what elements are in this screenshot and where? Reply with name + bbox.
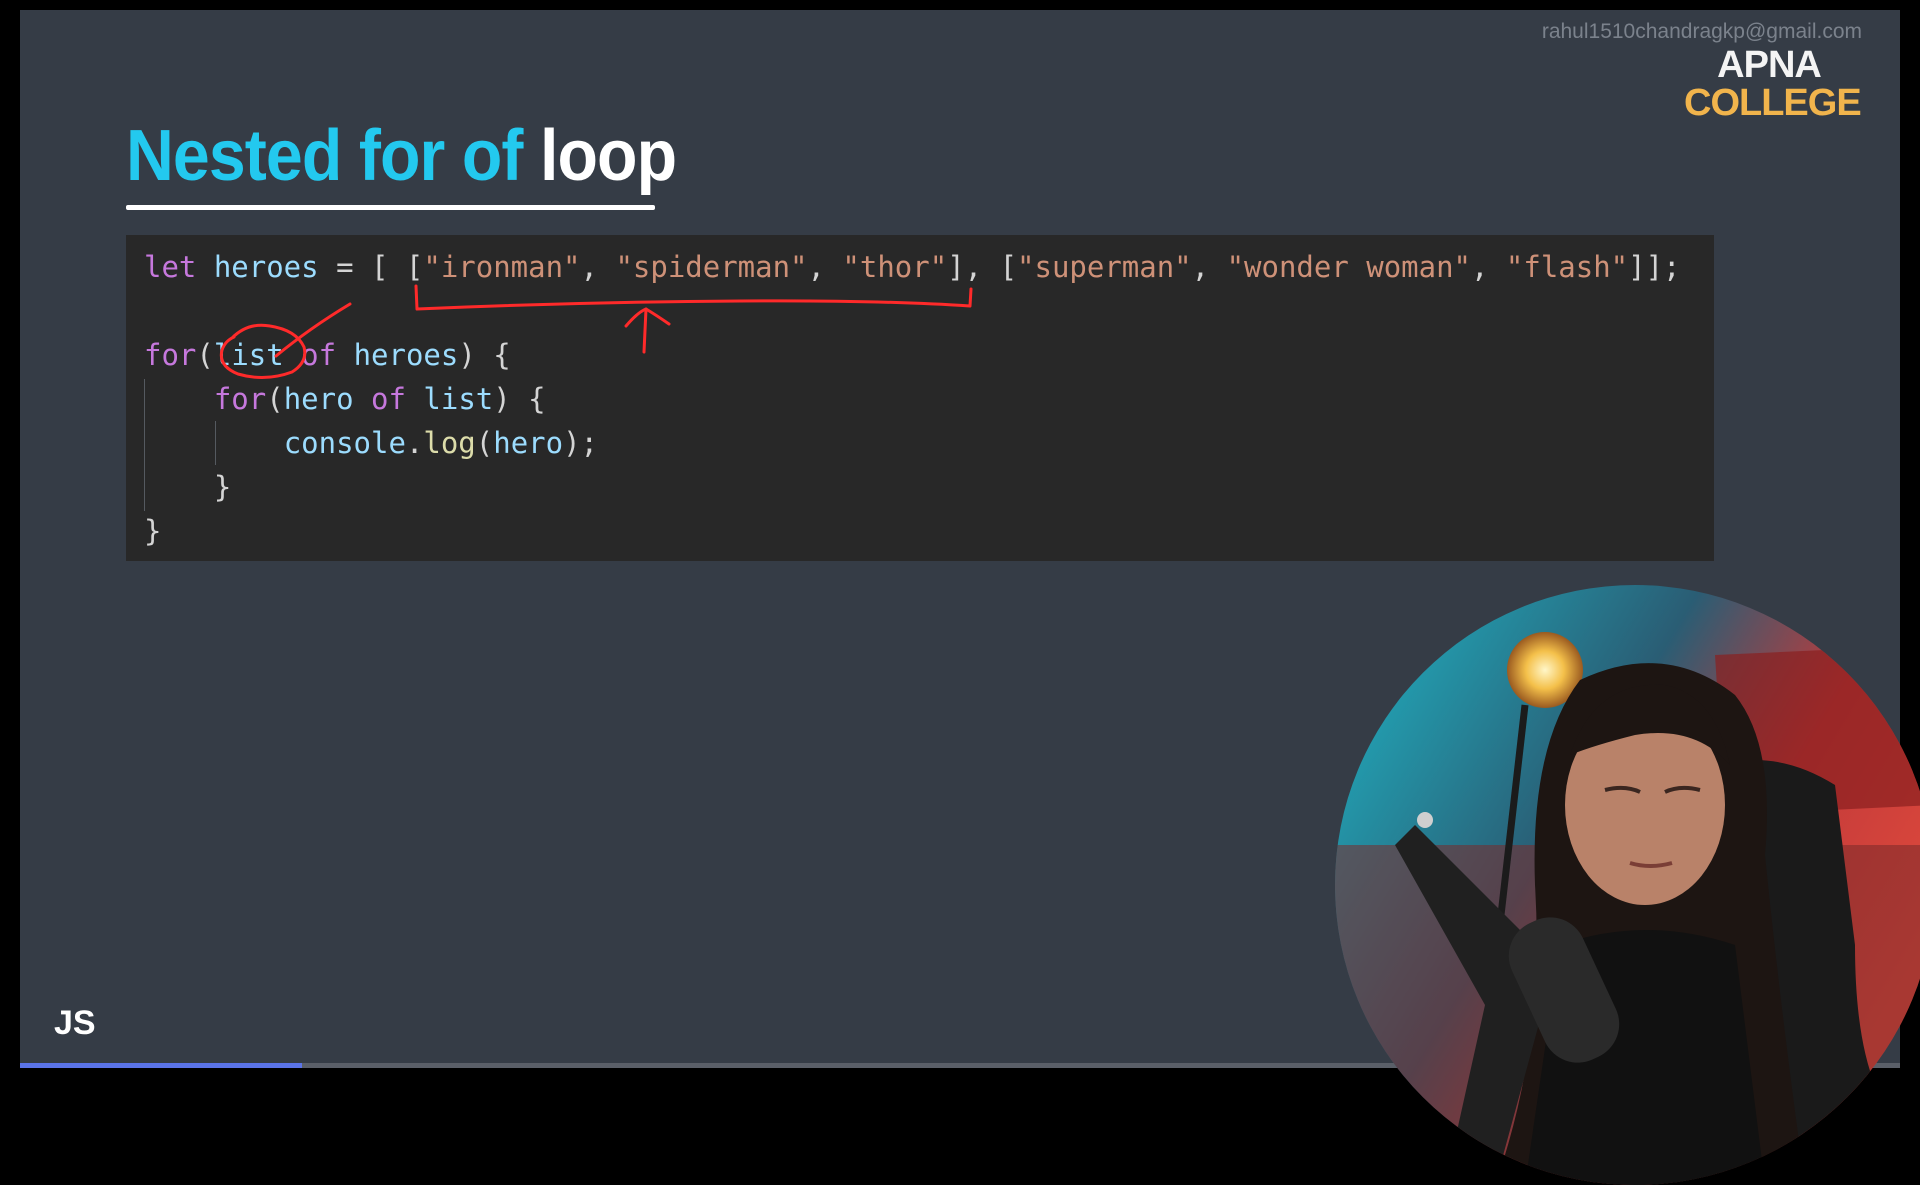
title-underline <box>126 205 655 210</box>
code-text: let heroes = [ ["ironman", "spiderman", … <box>144 245 1681 553</box>
code-token: for <box>144 338 197 372</box>
code-token: "ironman" <box>423 250 581 284</box>
title-plain-text: loop <box>540 116 677 196</box>
code-line: for(hero of list) { <box>144 377 1681 421</box>
code-token: ) { <box>493 382 546 416</box>
code-token: for <box>213 382 267 416</box>
video-progress-fill <box>20 1063 302 1068</box>
code-token: heroes <box>213 250 319 284</box>
code-token: log <box>423 426 476 460</box>
code-token: of <box>301 338 337 372</box>
presenter-webcam <box>1335 585 1920 1185</box>
code-token: hero <box>283 382 354 416</box>
presenter-image <box>1335 585 1920 1185</box>
code-line: } <box>144 509 1681 553</box>
logo-line-1: APNA <box>1717 44 1822 86</box>
code-token: } <box>144 514 162 548</box>
code-token: } <box>144 470 232 504</box>
code-token: ], [ <box>947 250 1018 284</box>
code-token: "thor" <box>842 250 948 284</box>
email-watermark: rahul1510chandragkp@gmail.com <box>1541 20 1862 43</box>
code-token: , <box>1191 250 1227 284</box>
code-token: . <box>405 426 424 460</box>
code-token: list <box>213 338 284 372</box>
code-token: ( <box>196 338 214 372</box>
title-accent-text: Nested for of <box>126 116 541 196</box>
code-token: "superman" <box>1017 250 1192 284</box>
code-token: = [ [ <box>318 250 424 284</box>
code-token: ]]; <box>1628 250 1681 284</box>
logo-line-2: COLLEGE <box>1684 82 1862 124</box>
code-token: ( <box>475 426 494 460</box>
code-token: "flash" <box>1505 250 1629 284</box>
code-token: console <box>283 426 406 460</box>
slide-title: Nested for of loop <box>126 116 677 196</box>
code-token: heroes <box>353 338 459 372</box>
apna-college-logo: APNA COLLEGE <box>1684 44 1862 124</box>
code-line: let heroes = [ ["ironman", "spiderman", … <box>144 245 1681 289</box>
js-badge: JS <box>54 1004 96 1042</box>
code-token: "wonder woman" <box>1226 250 1471 284</box>
code-line: console.log(hero); <box>144 421 1681 465</box>
code-token: list <box>423 382 494 416</box>
code-token: ( <box>266 382 284 416</box>
code-token: "spiderman" <box>615 250 808 284</box>
code-token: of <box>371 382 406 416</box>
code-line: ​ <box>144 289 1681 333</box>
code-token: let <box>144 250 214 284</box>
code-line: for(list of heroes) { <box>144 333 1681 377</box>
code-token: , <box>1471 250 1506 284</box>
code-token: hero <box>493 426 564 460</box>
code-token: , <box>580 250 616 284</box>
code-token: , <box>807 250 843 284</box>
code-token: ) { <box>458 338 511 372</box>
code-token: ); <box>563 426 598 460</box>
code-line: } <box>144 465 1681 509</box>
code-block: let heroes = [ ["ironman", "spiderman", … <box>126 235 1714 561</box>
